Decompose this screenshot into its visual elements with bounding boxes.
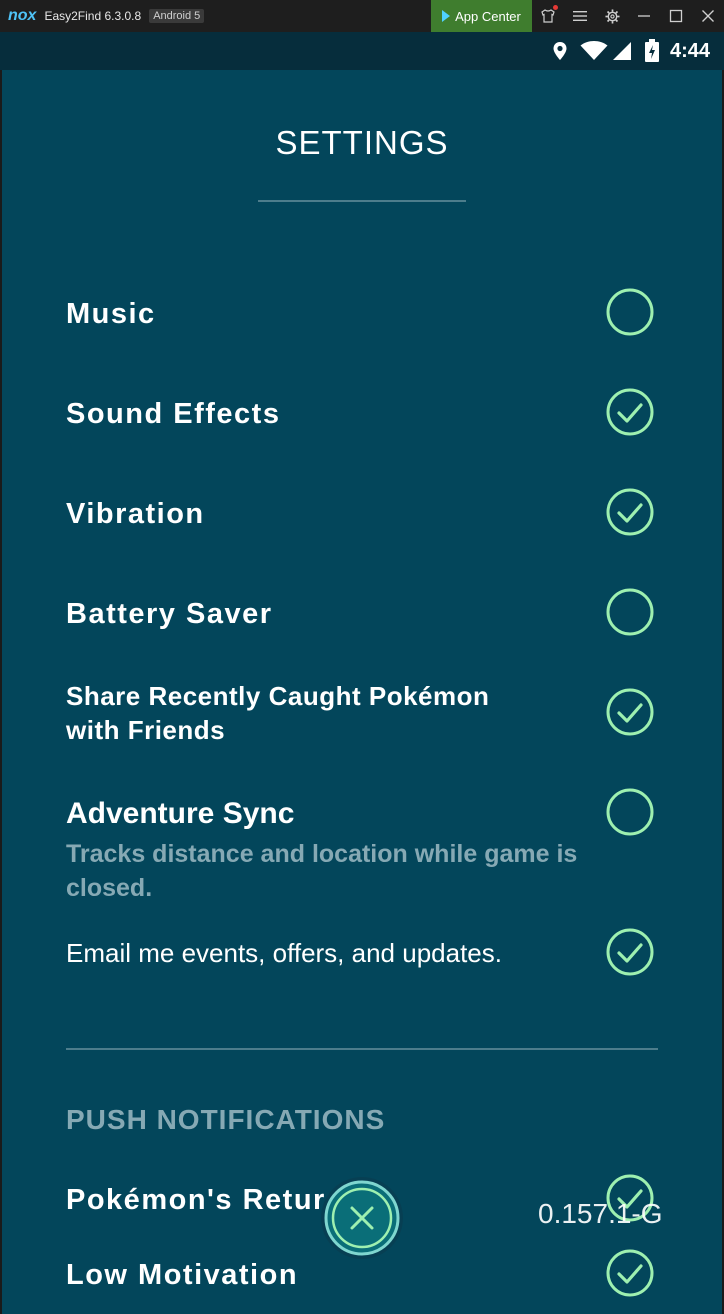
close-x-icon — [321, 1177, 403, 1259]
status-time: 4:44 — [669, 39, 710, 62]
play-icon — [442, 10, 451, 22]
gear-icon[interactable] — [598, 0, 626, 32]
setting-label-music: Music — [66, 298, 156, 330]
setting-label-share-line1: Share Recently Caught Pokémon — [66, 681, 490, 711]
setting-row-battery-saver: Battery Saver — [66, 597, 666, 631]
section-divider — [66, 1048, 658, 1050]
app-title: Easy2Find 6.3.0.8 — [44, 9, 142, 23]
push-label-low-motivation: Low Motivation — [66, 1259, 299, 1291]
notification-dot — [553, 5, 558, 10]
battery-saver-checkbox-icon[interactable] — [606, 588, 654, 636]
app-center-label: App Center — [455, 8, 521, 24]
setting-row-vibration: Vibration — [66, 497, 666, 531]
battery-icon — [644, 39, 660, 63]
low-motivation-checkbox-icon[interactable] — [606, 1249, 654, 1297]
share-caught-checkbox-icon[interactable] — [606, 688, 654, 736]
wifi-icon — [580, 41, 608, 61]
setting-description-adventure-sync: Tracks distance and location while game … — [66, 840, 578, 902]
settings-screen: SETTINGS Music Sound Effects Vibration B… — [2, 70, 722, 1314]
setting-row-adventure-sync: Adventure Sync Tracks distance and locat… — [66, 797, 666, 905]
setting-label-email: Email me events, offers, and updates. — [66, 938, 502, 968]
adventure-sync-checkbox-icon[interactable] — [606, 788, 654, 836]
nox-logo: nox — [8, 7, 37, 24]
setting-label-adventure-sync: Adventure Sync — [66, 797, 295, 830]
email-checkbox-icon[interactable] — [606, 928, 654, 976]
signal-icon — [612, 41, 632, 61]
setting-row-music: Music — [66, 297, 666, 331]
shirt-icon[interactable] — [534, 0, 562, 32]
setting-row-sound-effects: Sound Effects — [66, 397, 666, 431]
setting-label-sound-effects: Sound Effects — [66, 398, 281, 430]
push-row-low-motivation: Low Motivation — [66, 1258, 666, 1292]
emulator-title-bar: nox Easy2Find 6.3.0.8 Android 5 App Cent… — [0, 0, 724, 32]
title-divider — [258, 200, 466, 202]
setting-label-vibration: Vibration — [66, 498, 205, 530]
vibration-checkbox-icon[interactable] — [606, 488, 654, 536]
minimize-icon[interactable] — [630, 0, 658, 32]
close-settings-button[interactable] — [320, 1176, 404, 1260]
close-icon[interactable] — [694, 0, 722, 32]
page-title: SETTINGS — [275, 124, 449, 161]
maximize-icon[interactable] — [662, 0, 690, 32]
push-notifications-heading: PUSH NOTIFICATIONS — [66, 1104, 386, 1135]
sound-effects-checkbox-icon[interactable] — [606, 388, 654, 436]
location-icon — [552, 41, 568, 61]
android-version-badge: Android 5 — [149, 9, 205, 23]
setting-label-battery-saver: Battery Saver — [66, 598, 273, 630]
menu-icon[interactable] — [566, 0, 594, 32]
app-center-button[interactable]: App Center — [431, 0, 532, 32]
music-checkbox-icon[interactable] — [606, 288, 654, 336]
setting-label-share-line2: with Friends — [66, 715, 226, 745]
setting-row-email: Email me events, offers, and updates. — [66, 936, 666, 970]
version-overlay-text: 0.157.1-G — [538, 1198, 663, 1229]
setting-row-share-caught: Share Recently Caught Pokémon with Frien… — [66, 679, 666, 747]
android-status-bar: 4:44 — [0, 32, 724, 70]
